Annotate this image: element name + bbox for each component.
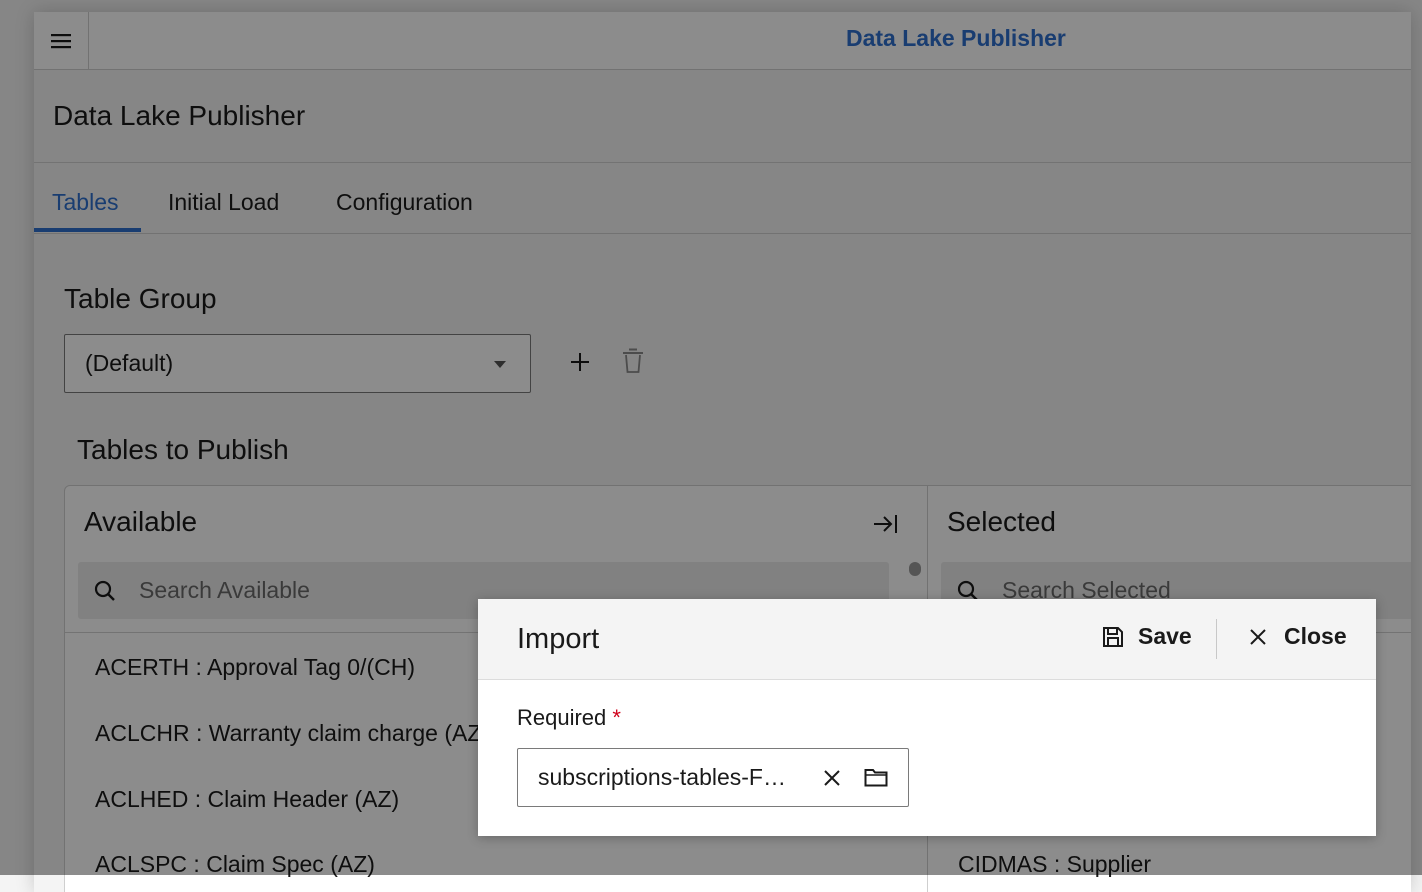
folder-icon — [864, 769, 888, 787]
save-label: Save — [1138, 623, 1192, 649]
close-icon — [1250, 628, 1266, 645]
dialog-title: Import — [517, 623, 600, 655]
file-input[interactable]: subscriptions-tables-F… — [517, 748, 909, 807]
browse-file-button[interactable] — [862, 764, 890, 790]
required-asterisk: * — [612, 705, 621, 730]
file-name-value: subscriptions-tables-F… — [538, 764, 786, 790]
save-icon — [1103, 626, 1123, 647]
action-separator — [1216, 619, 1217, 659]
save-button[interactable]: Save — [1102, 623, 1192, 650]
dialog-header: Import Save Close — [478, 599, 1376, 680]
close-button[interactable]: Close — [1248, 623, 1347, 650]
close-label: Close — [1284, 623, 1347, 649]
clear-icon — [824, 770, 840, 786]
clear-file-button[interactable] — [820, 766, 844, 790]
file-field-label: Required * — [517, 705, 621, 731]
required-label: Required — [517, 705, 607, 730]
import-dialog: Import Save Close Required * subscriptio… — [478, 599, 1376, 836]
